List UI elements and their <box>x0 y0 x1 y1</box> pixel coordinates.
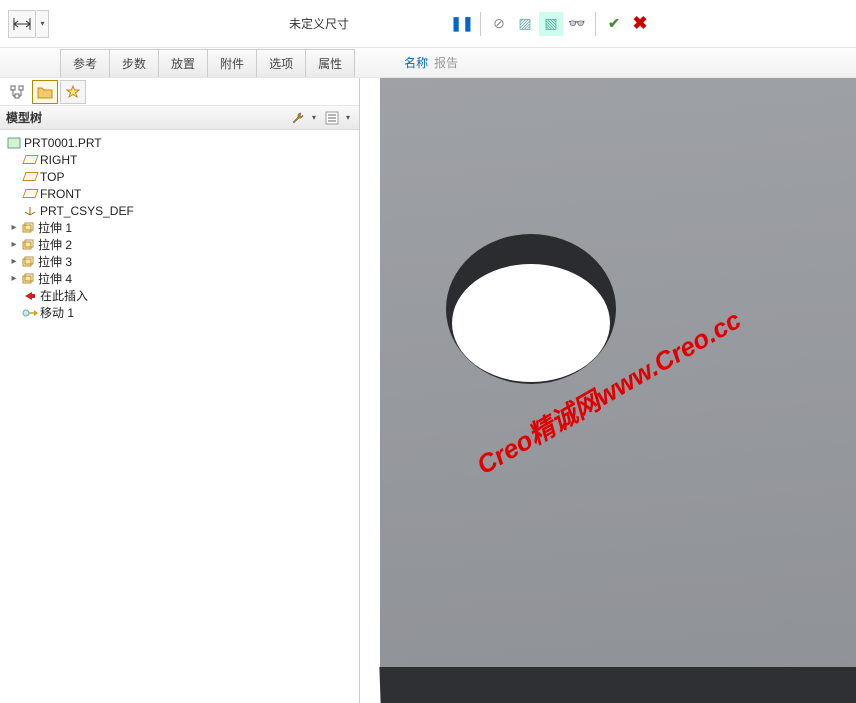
wrench-icon <box>291 111 305 125</box>
plane-label: TOP <box>40 170 64 184</box>
tree-root[interactable]: PRT0001.PRT <box>2 134 357 151</box>
insert-label: 在此插入 <box>40 287 88 304</box>
dimension-icon <box>13 18 31 30</box>
expand-icon[interactable]: ▸ <box>8 222 20 233</box>
glasses-icon[interactable]: 👓 <box>565 12 589 36</box>
report-link[interactable]: 报告 <box>434 54 458 71</box>
tab-reference[interactable]: 参考 <box>60 49 110 77</box>
extrude-label: 拉伸 1 <box>38 219 72 236</box>
nav-tab-favorites[interactable] <box>60 80 86 104</box>
tree-insert-here[interactable]: 在此插入 <box>2 287 357 304</box>
nav-tab-folder[interactable] <box>32 80 58 104</box>
tab-steps[interactable]: 步数 <box>109 49 159 77</box>
extrude-label: 拉伸 2 <box>38 236 72 253</box>
extrude-icon <box>20 255 36 269</box>
solid-bottom-face <box>379 667 856 703</box>
csys-label: PRT_CSYS_DEF <box>40 204 134 218</box>
hole-feature <box>446 234 616 384</box>
move-icon <box>22 306 38 320</box>
tree-title: 模型树 <box>6 109 42 126</box>
pause-icon[interactable]: ❚❚ <box>450 12 474 36</box>
datum-plane-icon <box>22 187 38 201</box>
tab-attachment[interactable]: 附件 <box>207 49 257 77</box>
main-split: 模型树 ▾ ▾ PRT0001.PRT RIGHT <box>0 78 856 703</box>
tab-options[interactable]: 选项 <box>256 49 306 77</box>
tree-csys[interactable]: PRT_CSYS_DEF <box>2 202 357 219</box>
expand-icon[interactable]: ▸ <box>8 256 20 267</box>
tree-extrude-1[interactable]: ▸ 拉伸 1 <box>2 219 357 236</box>
star-icon <box>66 85 80 99</box>
extrude-label: 拉伸 3 <box>38 253 72 270</box>
tree-display-dropdown[interactable]: ▾ <box>343 113 353 122</box>
datum-plane-icon <box>22 153 38 167</box>
preview-icon-1[interactable]: ▨ <box>513 12 537 36</box>
tree-plane-right[interactable]: RIGHT <box>2 151 357 168</box>
extrude-icon <box>20 272 36 286</box>
tree-settings-dropdown[interactable]: ▾ <box>309 113 319 122</box>
expand-icon[interactable]: ▸ <box>8 273 20 284</box>
close-icon[interactable]: ✖ <box>628 12 652 36</box>
expand-icon[interactable]: ▸ <box>8 239 20 250</box>
tree-extrude-4[interactable]: ▸ 拉伸 4 <box>2 270 357 287</box>
name-link[interactable]: 名称 <box>404 54 428 71</box>
csys-icon <box>22 204 38 218</box>
tree-settings-button[interactable] <box>287 108 309 128</box>
tree-view-icon <box>10 85 24 99</box>
dimension-tool-group: ▾ <box>8 10 49 38</box>
dimension-status-label: 未定义尺寸 <box>289 15 349 32</box>
left-panel: 模型树 ▾ ▾ PRT0001.PRT RIGHT <box>0 78 360 703</box>
dimension-dropdown[interactable]: ▾ <box>37 10 49 38</box>
tree-plane-front[interactable]: FRONT <box>2 185 357 202</box>
feature-controls-group: ❚❚ ⊘ ▨ ▧ 👓 ✔ ✖ <box>450 12 852 36</box>
preview-icon-2[interactable]: ▧ <box>539 12 563 36</box>
part-icon <box>6 136 22 150</box>
check-icon[interactable]: ✔ <box>602 12 626 36</box>
folder-icon <box>37 85 53 99</box>
nav-tabs <box>0 78 359 106</box>
plane-label: RIGHT <box>40 153 77 167</box>
dimension-button[interactable] <box>8 10 36 38</box>
datum-plane-icon <box>22 170 38 184</box>
tree-display-button[interactable] <box>321 108 343 128</box>
options-tabs-row: 参考 步数 放置 附件 选项 属性 名称 报告 <box>0 48 856 78</box>
extrude-icon <box>20 238 36 252</box>
model-tree[interactable]: PRT0001.PRT RIGHT TOP FRONT PRT_CSYS_DEF <box>0 130 359 703</box>
plane-label: FRONT <box>40 187 81 201</box>
viewport[interactable]: Creo精诚网www.Creo.cc <box>360 78 856 703</box>
tree-root-label: PRT0001.PRT <box>24 136 102 150</box>
nav-tab-tree[interactable] <box>4 80 30 104</box>
tab-placement[interactable]: 放置 <box>158 49 208 77</box>
tab-properties[interactable]: 属性 <box>305 49 355 77</box>
top-toolbar: ▾ 未定义尺寸 ❚❚ ⊘ ▨ ▧ 👓 ✔ ✖ <box>0 0 856 48</box>
tree-header: 模型树 ▾ ▾ <box>0 106 359 130</box>
tree-move-1[interactable]: 移动 1 <box>2 304 357 321</box>
insert-arrow-icon <box>22 289 38 303</box>
extrude-icon <box>20 221 36 235</box>
forbid-icon[interactable]: ⊘ <box>487 12 511 36</box>
hole-through <box>452 264 610 382</box>
move-label: 移动 1 <box>40 304 74 321</box>
link-group: 名称 报告 <box>404 54 458 77</box>
separator <box>595 12 596 36</box>
separator <box>480 12 481 36</box>
list-icon <box>325 111 339 125</box>
tree-plane-top[interactable]: TOP <box>2 168 357 185</box>
tree-extrude-2[interactable]: ▸ 拉伸 2 <box>2 236 357 253</box>
tree-extrude-3[interactable]: ▸ 拉伸 3 <box>2 253 357 270</box>
extrude-label: 拉伸 4 <box>38 270 72 287</box>
